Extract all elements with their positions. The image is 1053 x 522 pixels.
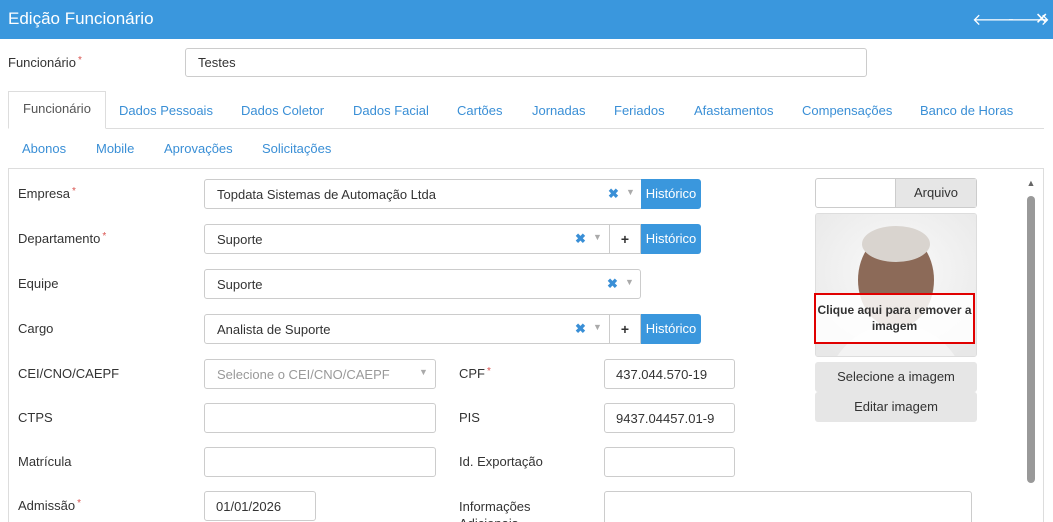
informacoes-label: Informações Adicionais xyxy=(459,499,531,522)
tab-feriados[interactable]: Feriados xyxy=(614,103,665,118)
tab-mobile[interactable]: Mobile xyxy=(96,141,134,156)
departamento-label: Departamento * xyxy=(18,231,107,246)
cargo-label: Cargo xyxy=(18,321,54,336)
chevron-down-icon: ▼ xyxy=(625,277,634,287)
cpf-input[interactable] xyxy=(604,359,735,389)
empresa-clear-icon[interactable]: ✖ xyxy=(608,186,619,202)
matricula-input[interactable] xyxy=(204,447,436,477)
tab-dados-facial[interactable]: Dados Facial xyxy=(353,103,429,118)
empresa-value: Topdata Sistemas de Automação Ltda xyxy=(217,187,436,202)
tab-bar: Funcionário Dados Pessoais Dados Coletor… xyxy=(8,91,1044,129)
empresa-label: Empresa * xyxy=(18,186,76,201)
pis-input[interactable] xyxy=(604,403,735,433)
cpf-label: CPF * xyxy=(459,366,491,381)
id-exportacao-label: Id. Exportação xyxy=(459,454,543,469)
tab-abonos[interactable]: Abonos xyxy=(22,141,66,156)
equipe-value: Suporte xyxy=(217,277,263,292)
tab-dados-coletor[interactable]: Dados Coletor xyxy=(241,103,324,118)
empresa-select[interactable]: Topdata Sistemas de Automação Ltda ✖ ▼ xyxy=(204,179,642,209)
matricula-label: Matrícula xyxy=(18,454,72,469)
departamento-clear-icon[interactable]: ✖ xyxy=(575,231,586,247)
tab-solicitacoes[interactable]: Solicitações xyxy=(262,141,331,156)
window-title: Edição Funcionário xyxy=(8,9,154,28)
ctps-input[interactable] xyxy=(204,403,436,433)
admissao-input[interactable] xyxy=(204,491,316,521)
tab-cartoes[interactable]: Cartões xyxy=(457,103,503,118)
file-input[interactable]: Arquivo xyxy=(815,178,977,208)
tab-dados-pessoais[interactable]: Dados Pessoais xyxy=(119,103,213,118)
close-icon[interactable]: ✕ xyxy=(1035,9,1048,29)
equipe-clear-icon[interactable]: ✖ xyxy=(607,276,618,292)
admissao-label: Admissão * xyxy=(18,498,81,513)
id-exportacao-input[interactable] xyxy=(604,447,735,477)
chevron-down-icon: ▼ xyxy=(593,232,602,242)
ctps-label: CTPS xyxy=(18,410,53,425)
departamento-add-button[interactable]: + xyxy=(609,224,641,254)
tab-funcionario[interactable]: Funcionário xyxy=(8,91,106,129)
cargo-add-button[interactable]: + xyxy=(609,314,641,344)
tab-compensacoes[interactable]: Compensações xyxy=(802,103,892,118)
window-titlebar: Edição Funcionário 🡐 🡒 ✕ xyxy=(0,0,1053,39)
pis-label: PIS xyxy=(459,410,480,425)
tab-aprovacoes[interactable]: Aprovações xyxy=(164,141,233,156)
remove-image-button[interactable]: Clique aqui para remover a imagem xyxy=(814,293,975,344)
chevron-down-icon: ▼ xyxy=(419,367,428,377)
employee-label: Funcionário * xyxy=(8,55,82,70)
equipe-select[interactable]: Suporte ✖ ▼ xyxy=(204,269,641,299)
select-image-button[interactable]: Selecione a imagem xyxy=(815,362,977,392)
tab-jornadas[interactable]: Jornadas xyxy=(532,103,585,118)
cargo-clear-icon[interactable]: ✖ xyxy=(575,321,586,337)
scrollbar[interactable]: ▲ xyxy=(1024,178,1038,522)
cei-label: CEI/CNO/CAEPF xyxy=(18,366,120,381)
cargo-value: Analista de Suporte xyxy=(217,322,331,337)
chevron-down-icon: ▼ xyxy=(626,187,635,197)
empresa-historico-button[interactable]: Histórico xyxy=(641,179,701,209)
departamento-historico-button[interactable]: Histórico xyxy=(641,224,701,254)
cei-select[interactable]: Selecione o CEI/CNO/CAEPF ▼ xyxy=(204,359,436,389)
arquivo-button[interactable]: Arquivo xyxy=(895,179,976,207)
scroll-up-icon[interactable]: ▲ xyxy=(1024,178,1038,188)
departamento-select[interactable]: Suporte ✖ ▼ xyxy=(204,224,610,254)
cei-placeholder: Selecione o CEI/CNO/CAEPF xyxy=(217,367,390,382)
tab-afastamentos[interactable]: Afastamentos xyxy=(694,103,774,118)
tab-banco-de-horas[interactable]: Banco de Horas xyxy=(920,103,1013,118)
informacoes-textarea[interactable] xyxy=(604,491,972,522)
scrollbar-thumb[interactable] xyxy=(1027,196,1035,483)
cargo-select[interactable]: Analista de Suporte ✖ ▼ xyxy=(204,314,610,344)
departamento-value: Suporte xyxy=(217,232,263,247)
edit-image-button[interactable]: Editar imagem xyxy=(815,392,977,422)
cargo-historico-button[interactable]: Histórico xyxy=(641,314,701,344)
employee-name-input[interactable] xyxy=(185,48,867,77)
equipe-label: Equipe xyxy=(18,276,59,291)
chevron-down-icon: ▼ xyxy=(593,322,602,332)
